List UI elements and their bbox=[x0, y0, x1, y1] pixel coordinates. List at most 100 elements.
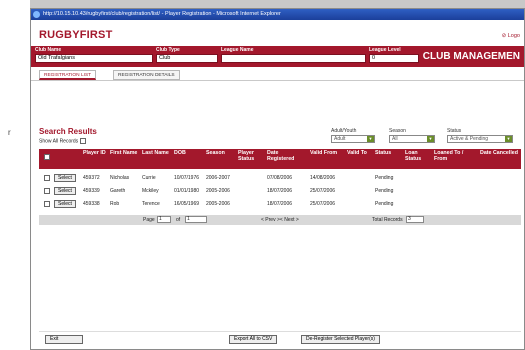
season-value: All bbox=[392, 136, 398, 142]
dob: 01/01/1980 bbox=[174, 188, 200, 194]
status: Pending bbox=[375, 175, 394, 181]
column-header[interactable]: Loan Status bbox=[405, 150, 431, 162]
select-button[interactable]: Select bbox=[54, 187, 76, 195]
window-titlebar: http://10.15.10.43/rugbyfirst/club/regis… bbox=[31, 9, 524, 20]
status: Pending bbox=[375, 188, 394, 194]
status: Pending bbox=[375, 201, 394, 207]
column-header[interactable]: First Name bbox=[110, 150, 138, 156]
club-name-field[interactable]: Old Trafalgians bbox=[35, 54, 153, 63]
date-registered: 18/07/2006 bbox=[267, 201, 293, 207]
season-select[interactable]: All ▼ bbox=[389, 135, 435, 143]
date-registered: 18/07/2006 bbox=[267, 188, 293, 194]
footer-actions: Exit Export All to CSV De-Register Selec… bbox=[39, 331, 521, 345]
season-label: Season bbox=[389, 128, 406, 134]
prev-next-nav[interactable]: < Prev >< Next > bbox=[261, 217, 299, 223]
season: 2005-2006 bbox=[206, 188, 230, 194]
league-level-label: League Level bbox=[369, 47, 401, 53]
adult-youth-label: Adult/Youth bbox=[331, 128, 357, 134]
total-records-value: 3 bbox=[406, 216, 424, 223]
site-header: RUGBYFIRST ⊘ Logo bbox=[31, 20, 524, 46]
season: 2005-2006 bbox=[206, 201, 230, 207]
valid-from: 25/07/2006 bbox=[310, 201, 336, 207]
row-checkbox[interactable] bbox=[44, 175, 50, 181]
dob: 10/07/1976 bbox=[174, 175, 200, 181]
status-filter: Status Active & Pending ▼ bbox=[447, 128, 513, 143]
select-button[interactable]: Select bbox=[54, 200, 76, 208]
valid-from: 14/08/2006 bbox=[310, 175, 336, 181]
show-all-records: Show All Records bbox=[39, 138, 86, 144]
status-label: Status bbox=[447, 128, 462, 134]
column-header[interactable]: Date Cancelled bbox=[480, 150, 520, 156]
page-count: 1 bbox=[185, 216, 207, 223]
last-name: Terence bbox=[142, 201, 160, 207]
logout-label: Logo bbox=[507, 33, 520, 39]
of-label: of bbox=[176, 217, 181, 223]
club-name-label: Club Name bbox=[35, 47, 62, 53]
date-registered: 07/08/2006 bbox=[267, 175, 293, 181]
tab-registration-list[interactable]: REGISTRATION LIST bbox=[39, 70, 97, 80]
section-title: CLUB MANAGEMEN bbox=[422, 51, 520, 62]
show-all-label: Show All Records bbox=[39, 138, 79, 145]
player-id: 459372 bbox=[83, 175, 100, 181]
chevron-down-icon: ▼ bbox=[427, 136, 434, 142]
league-name-field[interactable] bbox=[221, 54, 366, 63]
column-header[interactable]: Loaned To / From bbox=[434, 150, 478, 162]
player-id: 459338 bbox=[83, 201, 100, 207]
browser-icon bbox=[33, 11, 40, 18]
column-header[interactable]: Last Name bbox=[142, 150, 170, 156]
season: 2006-2007 bbox=[206, 175, 230, 181]
adult-youth-value: Adult bbox=[334, 136, 346, 142]
dob: 16/05/1969 bbox=[174, 201, 200, 207]
table-row: Select 459339 Gareth Mckiley 01/01/1980 … bbox=[39, 186, 521, 197]
club-type-field[interactable]: Club bbox=[156, 54, 218, 63]
results-title: Search Results bbox=[39, 127, 97, 136]
valid-from: 25/07/2006 bbox=[310, 188, 336, 194]
tab-registration-details[interactable]: REGISTRATION DETAILS bbox=[113, 70, 180, 80]
season-filter: Season All ▼ bbox=[389, 128, 435, 143]
left-text-fragment: r bbox=[8, 128, 11, 137]
adult-youth-select[interactable]: Adult ▼ bbox=[331, 135, 375, 143]
row-checkbox[interactable] bbox=[44, 201, 50, 207]
column-header[interactable]: DOB bbox=[174, 150, 204, 156]
last-name: Currie bbox=[142, 175, 156, 181]
page-label: Page bbox=[143, 217, 155, 223]
rugbyfirst-logo: RUGBYFIRST bbox=[39, 29, 113, 41]
player-id: 459339 bbox=[83, 188, 100, 194]
logo-part-first: FIRST bbox=[79, 29, 113, 41]
status-select[interactable]: Active & Pending ▼ bbox=[447, 135, 513, 143]
column-header[interactable]: Valid To bbox=[347, 150, 371, 156]
tab-bar: REGISTRATION LIST REGISTRATION DETAILS bbox=[31, 67, 524, 81]
browser-window: http://10.15.10.43/rugbyfirst/club/regis… bbox=[30, 8, 525, 350]
column-header[interactable]: Player ID bbox=[83, 150, 107, 156]
first-name: Gareth bbox=[110, 188, 126, 194]
status-value: Active & Pending bbox=[450, 136, 489, 142]
club-info-bar: Club Name Old Trafalgians Club Type Club… bbox=[31, 46, 524, 67]
column-header[interactable]: Valid From bbox=[310, 150, 344, 156]
show-all-checkbox[interactable] bbox=[79, 138, 86, 144]
column-header[interactable]: Status bbox=[375, 150, 403, 156]
league-name-label: League Name bbox=[221, 47, 254, 53]
last-name: Mckiley bbox=[142, 188, 159, 194]
adult-youth-filter: Adult/Youth Adult ▼ bbox=[331, 128, 375, 143]
select-all-checkbox[interactable] bbox=[44, 154, 50, 160]
deregister-button[interactable]: De-Register Selected Player(s) bbox=[301, 335, 380, 344]
first-name: Nicholas bbox=[110, 175, 130, 181]
window-title: http://10.15.10.43/rugbyfirst/club/regis… bbox=[43, 11, 281, 17]
column-header[interactable]: Season bbox=[206, 150, 236, 156]
row-checkbox[interactable] bbox=[44, 188, 50, 194]
results-table-header: Player ID First Name Last Name DOB Seaso… bbox=[39, 149, 521, 169]
select-button[interactable]: Select bbox=[54, 174, 76, 182]
pagination-bar: Page 1 of 1 < Prev >< Next > Total Recor… bbox=[39, 215, 521, 225]
league-level-field[interactable]: 0 bbox=[369, 54, 419, 63]
chevron-down-icon: ▼ bbox=[505, 136, 512, 142]
exit-button[interactable]: Exit bbox=[45, 335, 83, 344]
column-header[interactable]: Player Status bbox=[238, 150, 264, 162]
column-header[interactable]: Date Registered bbox=[267, 150, 307, 162]
export-csv-button[interactable]: Export All to CSV bbox=[229, 335, 278, 344]
logout-link[interactable]: ⊘ Logo bbox=[502, 33, 520, 39]
table-row: Select 459372 Nicholas Currie 10/07/1976… bbox=[39, 173, 521, 184]
total-records-label: Total Records bbox=[372, 217, 403, 223]
chevron-down-icon: ▼ bbox=[367, 136, 374, 142]
page-input[interactable]: 1 bbox=[157, 216, 171, 223]
first-name: Rob bbox=[110, 201, 120, 207]
